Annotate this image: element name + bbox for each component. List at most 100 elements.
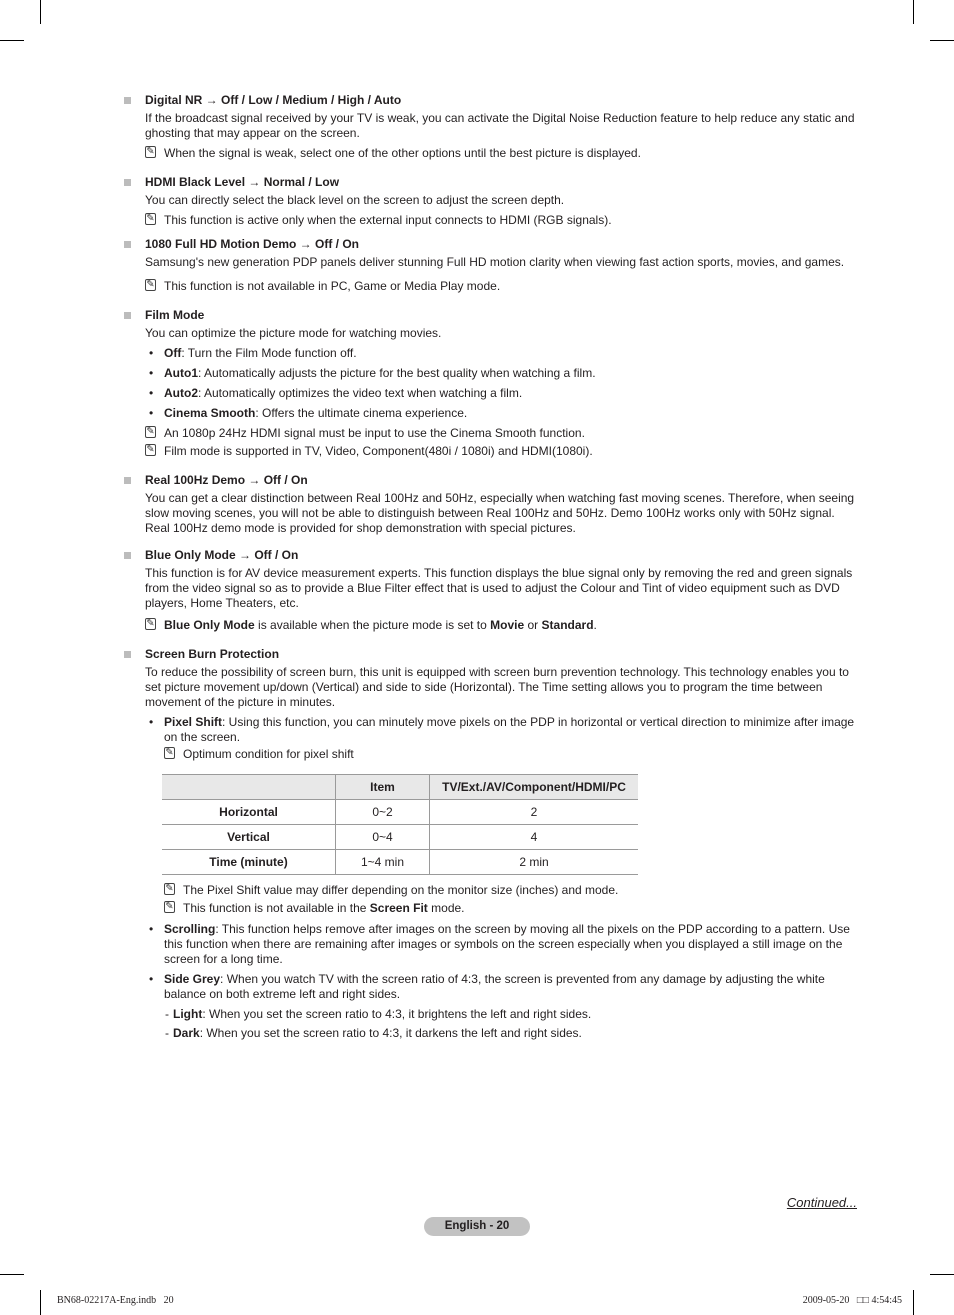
bullet-icon: • — [149, 922, 154, 936]
dash-icon: - — [165, 1026, 169, 1040]
term-desc: : When you watch TV with the screen rati… — [164, 972, 825, 1001]
section-title: Digital NR → Off / Low / Medium / High /… — [145, 93, 402, 107]
section-title: Screen Burn Protection — [145, 647, 280, 661]
section-blue-only-mode: Blue Only Mode → Off / On This function … — [122, 548, 860, 633]
note-icon: ✎ — [164, 901, 175, 913]
term-desc: : Automatically adjusts the picture for … — [198, 366, 596, 380]
term-desc: : Offers the ultimate cinema experience. — [255, 406, 468, 420]
note-icon: ✎ — [145, 426, 156, 438]
note: ✎ Optimum condition for pixel shift — [164, 747, 860, 762]
table-header: TV/Ext./AV/Component/HDMI/PC — [429, 774, 638, 800]
section-body: You can directly select the black level … — [145, 193, 565, 207]
section-body: You can get a clear distinction between … — [145, 491, 855, 535]
section-square-icon — [124, 477, 131, 484]
note-text: This function is not available in PC, Ga… — [164, 279, 501, 293]
section-square-icon — [124, 97, 131, 104]
bullet-icon: • — [149, 346, 154, 360]
note: ✎ An 1080p 24Hz HDMI signal must be input… — [145, 426, 860, 441]
pixel-shift-table: Item TV/Ext./AV/Component/HDMI/PC Horizo… — [162, 774, 638, 875]
table-cell: 2 — [429, 799, 638, 825]
note-text: or — [524, 618, 542, 632]
note-text: The Pixel Shift value may differ dependi… — [183, 883, 619, 897]
crop-mark — [40, 0, 41, 24]
list-item-side-grey: • Side Grey: When you watch TV with the s… — [145, 972, 860, 1002]
table-cell: 0~2 — [335, 799, 430, 825]
term: Light — [173, 1007, 203, 1021]
section-title: Real 100Hz Demo → Off / On — [145, 473, 308, 487]
table-cell: 4 — [429, 824, 638, 850]
page-number-badge: English - 20 — [424, 1217, 530, 1236]
note-icon: ✎ — [145, 444, 156, 456]
list-item-auto2: • Auto2: Automatically optimizes the vide… — [145, 386, 860, 401]
note: ✎ Blue Only Mode is available when the pi… — [145, 618, 860, 633]
note-bold: Standard — [541, 618, 594, 632]
crop-mark — [913, 0, 914, 24]
section-square-icon — [124, 651, 131, 658]
section-title: 1080 Full HD Motion Demo → Off / On — [145, 237, 360, 251]
list-item-off: • Off: Turn the Film Mode function off. — [145, 346, 860, 361]
continued-label: Continued... — [786, 1195, 857, 1210]
note-icon: ✎ — [164, 747, 175, 759]
note-icon: ✎ — [145, 213, 156, 225]
crop-mark — [40, 1290, 41, 1315]
term: Auto2 — [164, 386, 198, 400]
section-square-icon — [124, 179, 131, 186]
note: ✎ The Pixel Shift value may differ depend… — [164, 883, 860, 898]
section-hdmi-black-level: HDMI Black Level → Normal / Low You can … — [122, 175, 860, 228]
crop-mark — [0, 40, 24, 41]
section-body: If the broadcast signal received by your… — [145, 111, 855, 140]
term: Dark — [173, 1026, 200, 1040]
term: Auto1 — [164, 366, 198, 380]
section-real-100hz-demo: Real 100Hz Demo → Off / On You can get a… — [122, 473, 860, 536]
note-text: is available when the picture mode is se… — [254, 618, 491, 632]
section-square-icon — [124, 312, 131, 319]
term-desc: : When you set the screen ratio to 4:3, … — [202, 1007, 592, 1021]
list-item-cinema-smooth: • Cinema Smooth: Offers the ultimate cine… — [145, 406, 860, 421]
table-cell: 2 min — [429, 849, 638, 875]
table-row: Vertical 0~4 4 — [162, 824, 638, 850]
table-cell: 1~4 min — [335, 849, 430, 875]
dash-icon: - — [165, 1007, 169, 1021]
term-desc: : Turn the Film Mode function off. — [181, 346, 357, 360]
note-text: . — [593, 618, 597, 632]
note: ✎ This function is not available in PC, G… — [145, 279, 860, 294]
section-body: This function is for AV device measureme… — [145, 566, 853, 610]
sub-item-light: - Light: When you set the screen ratio to… — [145, 1007, 860, 1022]
crop-mark — [930, 40, 954, 41]
bullet-icon: • — [149, 386, 154, 400]
section-title: HDMI Black Level → Normal / Low — [145, 175, 340, 189]
table-header — [162, 774, 336, 800]
table-header-row: Item TV/Ext./AV/Component/HDMI/PC — [162, 774, 638, 800]
section-square-icon — [124, 241, 131, 248]
table-row: Time (minute) 1~4 min 2 min — [162, 849, 638, 875]
list-item-pixel-shift: • Pixel Shift: Using this function, you c… — [145, 715, 860, 745]
section-screen-burn-protection: Screen Burn Protection To reduce the pos… — [122, 647, 860, 1041]
note-bold: Movie — [490, 618, 525, 632]
bullet-icon: • — [149, 715, 154, 729]
note-icon: ✎ — [164, 883, 175, 895]
note-icon: ✎ — [145, 279, 156, 291]
footer-timestamp: 2009-05-20 □□ 4:54:45 — [802, 1295, 902, 1306]
table-cell: Horizontal — [162, 799, 336, 825]
note-text: mode. — [427, 901, 465, 915]
section-body: You can optimize the picture mode for wa… — [145, 326, 442, 340]
note: ✎ When the signal is weak, select one of … — [145, 146, 860, 161]
section-digital-nr: Digital NR → Off / Low / Medium / High /… — [122, 93, 860, 161]
bullet-icon: • — [149, 406, 154, 420]
crop-mark — [913, 1290, 914, 1315]
section-square-icon — [124, 552, 131, 559]
note: ✎ This function is not available in the S… — [164, 901, 860, 916]
term: Scrolling — [164, 922, 216, 936]
manual-content: Digital NR → Off / Low / Medium / High /… — [122, 93, 860, 1045]
term-desc: : Using this function, you can minutely … — [164, 715, 855, 744]
note-bold: Blue Only Mode — [164, 618, 255, 632]
note: ✎ Film mode is supported in TV, Video, Co… — [145, 444, 860, 459]
note-text: This function is active only when the ex… — [164, 213, 612, 227]
term: Side Grey — [164, 972, 221, 986]
crop-mark — [0, 1274, 24, 1275]
term: Cinema Smooth — [164, 406, 256, 420]
table-row: Horizontal 0~2 2 — [162, 799, 638, 825]
section-body: Samsung's new generation PDP panels deli… — [145, 255, 845, 269]
section-title: Film Mode — [145, 308, 205, 322]
table-cell: 0~4 — [335, 824, 430, 850]
